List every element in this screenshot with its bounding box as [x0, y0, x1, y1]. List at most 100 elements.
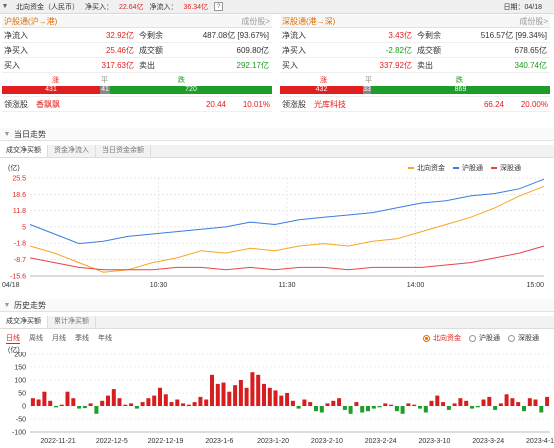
period-tabs: 日线 周线 月线 季线 年线	[6, 333, 121, 344]
leader-label: 领涨股	[4, 99, 28, 109]
series-radio-group: 北向资金 沪股通 深股通	[415, 333, 539, 343]
bar	[319, 406, 324, 413]
y-tick-label: -8.7	[14, 257, 26, 264]
bar	[360, 406, 365, 413]
collapse-arrow-icon[interactable]: ▼	[0, 302, 14, 309]
y-tick-label: 100	[14, 378, 26, 385]
bar	[366, 406, 370, 412]
bar	[475, 406, 480, 408]
y-tick-label: -1.8	[14, 241, 26, 248]
history-bar-chart[interactable]: 200 150 100 50 0 -50 -100 2022-11-21 2022-12-5 20…	[0, 352, 554, 448]
net-inflow-value: 36.34亿	[183, 3, 209, 11]
inflow-label: 净流入	[4, 30, 28, 40]
bar	[435, 395, 440, 406]
bar	[337, 398, 342, 406]
period-day[interactable]: 日线	[6, 333, 20, 344]
radio-sz[interactable]: 深股通	[508, 333, 539, 343]
period-month[interactable]: 月线	[52, 333, 66, 344]
bar	[244, 387, 249, 406]
bar	[273, 390, 278, 406]
help-button[interactable]: ?	[214, 2, 224, 11]
inflow-value: 32.92亿	[105, 30, 134, 40]
leader-pct: 10.01%	[242, 99, 270, 109]
bar	[504, 394, 509, 406]
down-count-bar: 720	[110, 86, 272, 94]
bar	[400, 406, 405, 414]
bar	[94, 406, 99, 414]
bar	[331, 400, 336, 406]
remain-value: 487.08亿 [93.67%]	[202, 30, 269, 40]
bar	[88, 403, 93, 406]
y-tick-label: 25.5	[12, 176, 26, 183]
netbuy-value: -2.82亿	[385, 45, 412, 55]
bar	[441, 402, 446, 406]
bar	[123, 404, 128, 406]
bar	[158, 387, 162, 406]
panel-title: 深股通(港→深)	[282, 16, 336, 26]
period-year[interactable]: 年线	[98, 333, 112, 344]
leader-name[interactable]: 香飘飘	[36, 99, 156, 110]
bar	[221, 382, 226, 406]
constituents-link[interactable]: 成份股>	[241, 16, 270, 27]
bar	[111, 389, 116, 406]
y-tick-label: 5	[22, 224, 26, 231]
intraday-line-chart[interactable]: 25.5 18.6 11.8 5 -1.8 -8.7 -15.604/18 10:30 11:3…	[0, 172, 554, 290]
date-label: 日期：04/18	[503, 4, 542, 11]
x-tick-label: 2023-3-10	[418, 438, 450, 445]
x-tick-label: 15:00	[526, 282, 544, 289]
bar	[163, 394, 168, 406]
bar	[348, 406, 353, 414]
bar	[267, 387, 272, 406]
flat-label: 平	[365, 77, 372, 84]
bar	[42, 391, 47, 406]
down-label: 跌	[178, 77, 185, 84]
bar	[100, 400, 105, 406]
bar	[256, 374, 261, 406]
sz-panel: 深股通(港→深) 成份股> 净流入 3.43亿 今剩余 516.57亿 [99.…	[280, 15, 550, 121]
netbuy-label: 净买入	[282, 45, 306, 55]
history-section-header[interactable]: ▼ 历史走势	[0, 299, 554, 312]
y-tick-label: 0	[22, 404, 26, 411]
bar	[389, 404, 394, 406]
bar	[342, 406, 347, 410]
flat-count-bar: 41	[100, 86, 110, 94]
leader-label: 领涨股	[282, 99, 306, 109]
bar	[129, 403, 134, 406]
intraday-section-header[interactable]: ▼ 当日走势	[0, 128, 554, 141]
up-count-bar: 432	[280, 86, 363, 94]
intraday-tabs: 成交净买额 资金净流入 当日资金余额	[0, 145, 554, 158]
period-quarter[interactable]: 季线	[75, 333, 89, 344]
collapse-arrow-icon[interactable]: ▼	[0, 131, 14, 138]
bar	[458, 398, 463, 406]
bar	[140, 402, 145, 406]
net-inflow-label: 净流入：	[149, 3, 178, 11]
bar	[210, 374, 214, 406]
radio-sh[interactable]: 沪股通	[469, 333, 500, 343]
buy-value: 317.63亿	[101, 60, 134, 70]
constituents-link[interactable]: 成份股>	[519, 16, 548, 27]
turnover-value: 678.65亿	[514, 45, 547, 55]
bar	[227, 391, 232, 406]
flat-count-bar: 33	[363, 86, 371, 94]
radio-northbound[interactable]: 北向资金	[423, 333, 461, 343]
tab-net-inflow[interactable]: 资金净流入	[48, 145, 96, 157]
leader-name[interactable]: 光库科技	[314, 99, 434, 110]
remain-label: 今剩余	[417, 30, 441, 40]
buy-value: 337.92亿	[379, 60, 412, 70]
bar	[296, 406, 301, 409]
bar	[510, 398, 515, 406]
down-label: 跌	[456, 77, 463, 84]
bar	[464, 400, 469, 406]
period-week[interactable]: 周线	[29, 333, 43, 344]
tab-cumulative[interactable]: 累计净买额	[48, 316, 96, 328]
turnover-label: 成交额	[139, 45, 163, 55]
bar	[215, 383, 220, 406]
tab-balance[interactable]: 当日资金余额	[96, 145, 151, 157]
tab-net-buy[interactable]: 成交净买额	[0, 145, 48, 157]
bar	[516, 402, 521, 406]
bar	[302, 399, 307, 406]
bar	[325, 403, 330, 406]
collapse-arrow-icon[interactable]: ▼	[0, 3, 10, 10]
bar	[481, 399, 486, 406]
tab-net-buy[interactable]: 成交净买额	[0, 316, 48, 328]
